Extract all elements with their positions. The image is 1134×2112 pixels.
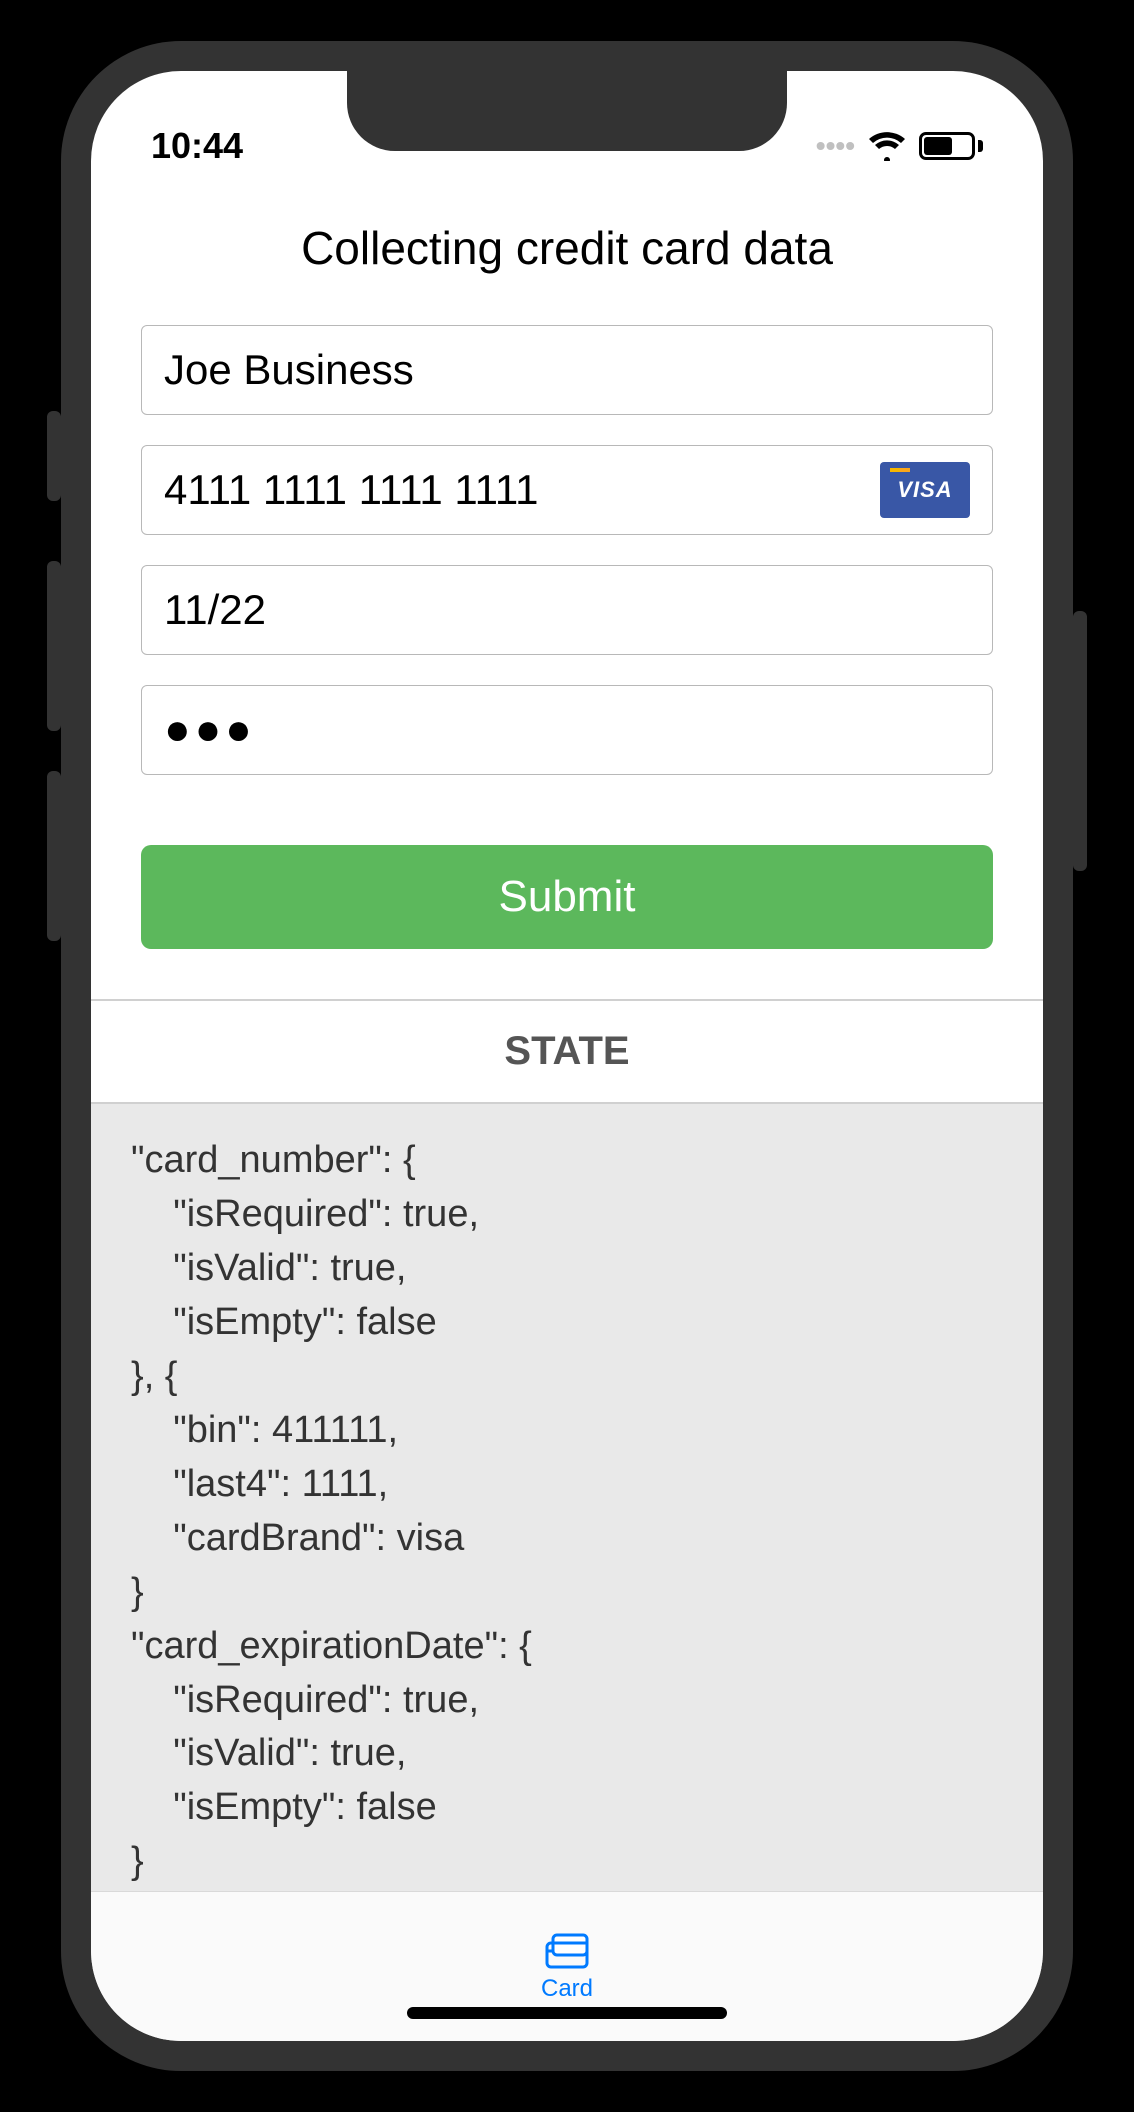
card-number-field[interactable]: 4111 1111 1111 1111 VISA xyxy=(141,445,993,535)
card-form: Joe Business 4111 1111 1111 1111 VISA 11… xyxy=(91,325,1043,805)
submit-label: Submit xyxy=(499,872,636,922)
cardholder-name-field[interactable]: Joe Business xyxy=(141,325,993,415)
notch xyxy=(347,71,787,151)
state-heading: STATE xyxy=(91,1001,1043,1104)
tab-card-label: Card xyxy=(541,1975,593,2003)
battery-icon xyxy=(919,132,983,160)
cardholder-name-value: Joe Business xyxy=(164,346,970,394)
tab-card[interactable]: Card xyxy=(541,1931,593,2003)
visa-badge-icon: VISA xyxy=(880,462,970,518)
status-time: 10:44 xyxy=(151,125,243,167)
home-indicator[interactable] xyxy=(407,2007,727,2019)
state-body: "card_number": { "isRequired": true, "is… xyxy=(91,1104,1043,1891)
cvc-field[interactable]: ●●● xyxy=(141,685,993,775)
volume-up-button xyxy=(47,561,61,731)
status-right: •••• xyxy=(816,130,983,162)
screen: 10:44 •••• Collecting credit card data J… xyxy=(91,71,1043,2041)
expiry-field[interactable]: 11/22 xyxy=(141,565,993,655)
expiry-value: 11/22 xyxy=(164,586,970,634)
cvc-value: ●●● xyxy=(164,708,970,752)
card-icon xyxy=(541,1931,593,1971)
wifi-icon xyxy=(867,131,907,161)
volume-down-button xyxy=(47,771,61,941)
cellular-dots-icon: •••• xyxy=(816,130,855,162)
page-title: Collecting credit card data xyxy=(91,181,1043,325)
card-number-value: 4111 1111 1111 1111 xyxy=(164,466,880,514)
phone-frame: 10:44 •••• Collecting credit card data J… xyxy=(61,41,1073,2071)
submit-button[interactable]: Submit xyxy=(141,845,993,949)
mute-switch xyxy=(47,411,61,501)
power-button xyxy=(1073,611,1087,871)
